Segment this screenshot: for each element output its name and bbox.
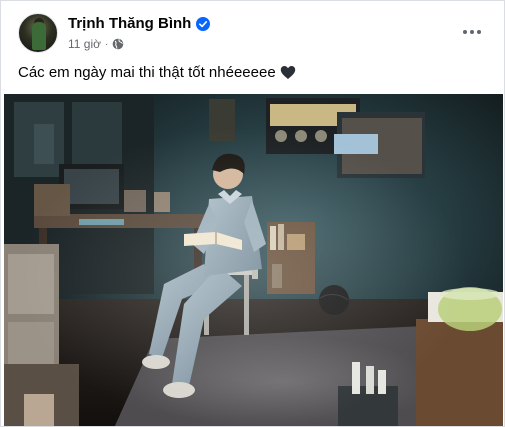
dot-icon [470, 30, 474, 34]
post-photo[interactable] [4, 94, 503, 426]
post-timestamp[interactable]: 11 giờ [68, 37, 101, 51]
post-header: Trịnh Thăng Bình 11 giờ · [1, 1, 504, 61]
post-message: Các em ngày mai thi thật tốt nhéeeeee [18, 64, 276, 81]
avatar[interactable] [18, 13, 58, 53]
author-name[interactable]: Trịnh Thăng Bình [68, 15, 191, 32]
dot-icon [477, 30, 481, 34]
more-options-button[interactable] [454, 19, 490, 45]
verified-badge-icon [196, 16, 211, 31]
globe-icon[interactable] [112, 38, 124, 50]
post-meta: 11 giờ · [68, 37, 124, 51]
black-heart-icon [280, 65, 296, 80]
dot-icon [463, 30, 467, 34]
author-row: Trịnh Thăng Bình [68, 15, 211, 32]
avatar-figure [32, 22, 46, 50]
post-card: Trịnh Thăng Bình 11 giờ · Các em ngày ma… [0, 0, 505, 427]
post-text: Các em ngày mai thi thật tốt nhéeeeee [18, 64, 296, 81]
meta-separator: · [105, 38, 109, 50]
